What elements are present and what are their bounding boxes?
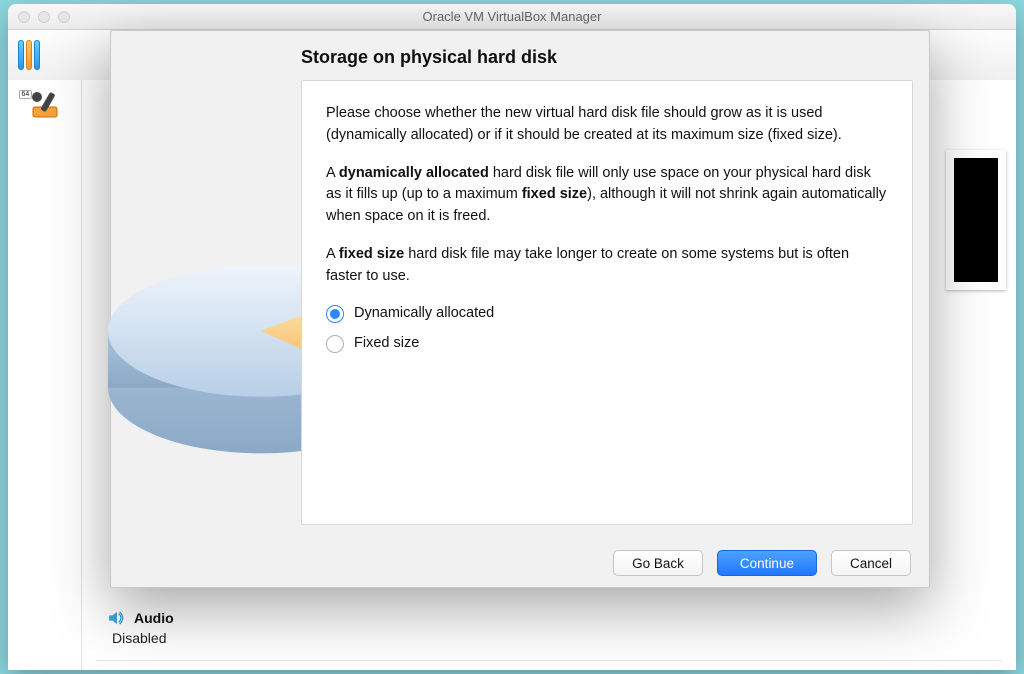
radio-icon xyxy=(326,335,344,353)
network-section: Network xyxy=(96,660,1002,670)
dialog-footer: Go Back Continue Cancel xyxy=(111,539,929,587)
go-back-button[interactable]: Go Back xyxy=(613,550,703,576)
storage-wizard-dialog: Storage on physical hard disk Please cho… xyxy=(110,30,930,588)
window-title: Oracle VM VirtualBox Manager xyxy=(8,9,1016,24)
wizard-title: Storage on physical hard disk xyxy=(301,47,913,68)
wizard-fixed-text: A fixed size hard disk file may take lon… xyxy=(326,244,888,288)
radio-icon xyxy=(326,305,344,323)
traffic-lights xyxy=(8,11,70,23)
tools-icon[interactable] xyxy=(18,40,40,70)
audio-section: Audio Disabled xyxy=(96,604,1002,652)
radio-dynamically-allocated[interactable]: Dynamically allocated xyxy=(326,303,888,325)
cancel-button[interactable]: Cancel xyxy=(831,550,911,576)
network-icon xyxy=(108,668,126,670)
zoom-window-icon[interactable] xyxy=(58,11,70,23)
wizard-content: Storage on physical hard disk Please cho… xyxy=(301,47,913,533)
network-label: Network xyxy=(134,667,189,670)
close-window-icon[interactable] xyxy=(18,11,30,23)
audio-label: Audio xyxy=(134,610,174,626)
continue-button[interactable]: Continue xyxy=(717,550,817,576)
vm-list-item[interactable]: 64 xyxy=(15,88,75,128)
radio-label: Fixed size xyxy=(354,333,419,355)
titlebar: Oracle VM VirtualBox Manager xyxy=(8,4,1016,30)
dialog-body: Storage on physical hard disk Please cho… xyxy=(111,31,929,539)
wizard-intro-text: Please choose whether the new virtual ha… xyxy=(326,103,888,147)
audio-icon xyxy=(108,611,126,625)
radio-label: Dynamically allocated xyxy=(354,303,494,325)
radio-fixed-size[interactable]: Fixed size xyxy=(326,333,888,355)
minimize-window-icon[interactable] xyxy=(38,11,50,23)
vm-icon xyxy=(27,87,63,130)
wizard-dynamic-text: A dynamically allocated hard disk file w… xyxy=(326,163,888,228)
audio-value: Disabled xyxy=(108,630,990,646)
sidebar: 64 xyxy=(8,80,82,670)
vm-preview xyxy=(946,150,1006,290)
wizard-panel: Please choose whether the new virtual ha… xyxy=(301,80,913,525)
